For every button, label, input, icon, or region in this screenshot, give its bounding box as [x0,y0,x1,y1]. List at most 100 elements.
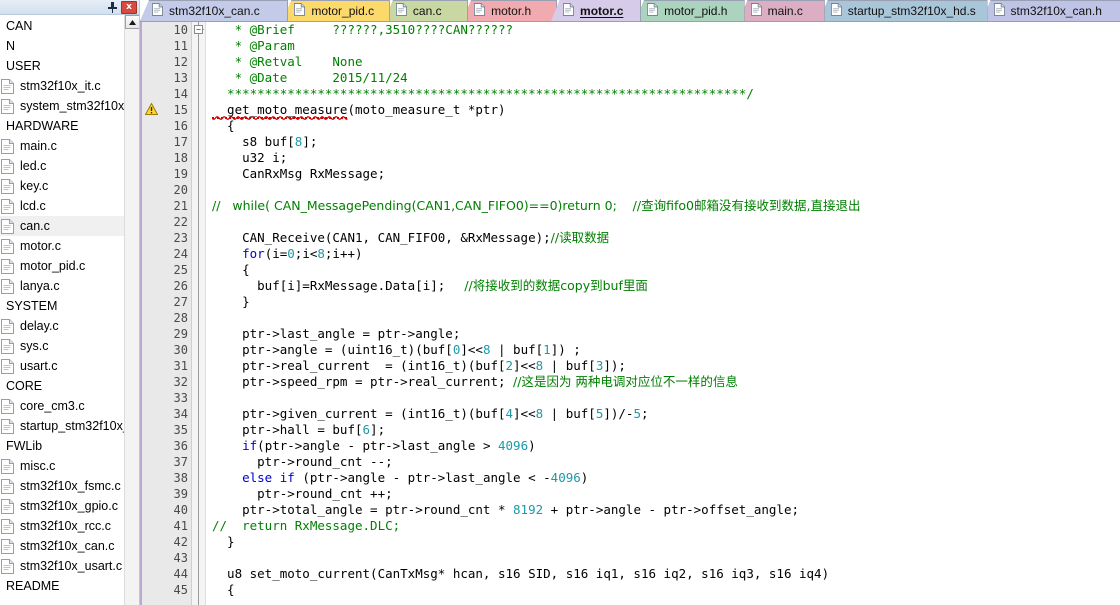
editor-tab-startup-stm32f10x-hd-s[interactable]: startup_stm32f10x_hd.s [818,0,988,21]
fold-collapse-icon[interactable]: − [194,25,203,34]
tree-file-13[interactable]: lanya.c [0,276,124,296]
close-icon[interactable]: x [121,0,137,14]
tree-file-4[interactable]: system_stm32f10x.c [0,96,124,116]
code-line[interactable]: ptr->speed_rpm = ptr->real_current; //这是… [212,374,1120,390]
tree-file-15[interactable]: delay.c [0,316,124,336]
code-line[interactable] [212,390,1120,406]
fold-column[interactable]: −−− [192,22,206,605]
code-line[interactable]: ptr->given_current = (int16_t)(buf[4]<<8… [212,406,1120,422]
tree-file-27[interactable]: stm32f10x_usart.c [0,556,124,576]
code-line[interactable]: ****************************************… [212,86,1120,102]
code-line[interactable]: get_moto_measure(moto_measure_t *ptr) [212,102,1120,119]
tree-file-11[interactable]: motor.c [0,236,124,256]
code-token-num: 2 [505,358,514,373]
tree-file-9[interactable]: lcd.c [0,196,124,216]
scroll-up-icon[interactable] [124,15,139,29]
code-line[interactable]: ptr->round_cnt ++; [212,486,1120,502]
code-text[interactable]: * @Brief ??????,3510????CAN?????? * @Par… [206,22,1120,605]
tree-file-6[interactable]: main.c [0,136,124,156]
code-line[interactable] [212,310,1120,326]
tree-file-20[interactable]: startup_stm32f10x_h [0,416,124,436]
code-line[interactable]: * @Brief ??????,3510????CAN?????? [212,22,1120,38]
tree-file-10[interactable]: can.c [0,216,124,236]
code-line[interactable]: ptr->angle = (uint16_t)(buf[0]<<8 | buf[… [212,342,1120,358]
code-line[interactable]: ptr->total_angle = ptr->round_cnt * 8192… [212,502,1120,518]
tree-group-14[interactable]: SYSTEM [0,296,124,316]
code-line[interactable]: ptr->real_current = (int16_t)(buf[2]<<8 … [212,358,1120,374]
editor-tab-stm32f10x-can-c[interactable]: stm32f10x_can.c [140,0,289,21]
tree-group-28[interactable]: README [0,576,124,596]
marker-slot [142,566,162,582]
code-line[interactable]: if(ptr->angle - ptr->last_angle > 4096) [212,438,1120,454]
code-line[interactable]: u8 set_moto_current(CanTxMsg* hcan, s16 … [212,566,1120,582]
code-line[interactable]: ptr->round_cnt --; [212,454,1120,470]
tree-file-16[interactable]: sys.c [0,336,124,356]
editor-tab-motor-c[interactable]: motor.c [551,0,642,21]
code-token-cmt: * @Retval None [212,54,363,69]
tree-file-7[interactable]: led.c [0,156,124,176]
line-number: 35 [173,423,188,437]
code-token-plain: ])/- [603,406,634,421]
tree-file-19[interactable]: core_cm3.c [0,396,124,416]
tree-group-2[interactable]: USER [0,56,124,76]
tree-group-1[interactable]: N [0,36,124,56]
code-line[interactable]: // while( CAN_MessagePending(CAN1,CAN_FI… [212,198,1120,214]
editor-tab-main-c[interactable]: main.c [738,0,825,21]
code-token-plain: } [212,534,235,549]
code-line[interactable] [212,182,1120,198]
code-line[interactable]: * @Retval None [212,54,1120,70]
editor-tab-motor-pid-c[interactable]: motor_pid.c [282,0,390,21]
code-token-plain: { [212,262,250,277]
code-token-kw: else if [242,470,295,485]
code-line[interactable]: // return RxMessage.DLC; [212,518,1120,534]
tree-file-8[interactable]: key.c [0,176,124,196]
code-line[interactable]: { [212,118,1120,134]
editor-tabbar[interactable]: stm32f10x_can.c motor_pid.c can.c motor.h mo… [140,0,1120,22]
tree-file-22[interactable]: misc.c [0,456,124,476]
tree-group-5[interactable]: HARDWARE [0,116,124,136]
code-line[interactable]: } [212,294,1120,310]
code-line[interactable]: s8 buf[8]; [212,134,1120,150]
code-line[interactable]: CanRxMsg RxMessage; [212,166,1120,182]
code-token-plain: ptr->angle = (uint16_t)(buf[ [212,342,453,357]
tree-file-26[interactable]: stm32f10x_can.c [0,536,124,556]
code-line[interactable]: ptr->last_angle = ptr->angle; [212,326,1120,342]
editor-tab-motor-pid-h[interactable]: motor_pid.h [635,0,745,21]
code-line[interactable] [212,214,1120,230]
code-line[interactable]: { [212,262,1120,278]
tree-file-12[interactable]: motor_pid.c [0,256,124,276]
file-icon [1,258,14,274]
tree-file-25[interactable]: stm32f10x_rcc.c [0,516,124,536]
editor-tab-can-c[interactable]: can.c [383,0,469,21]
tree-file-17[interactable]: usart.c [0,356,124,376]
code-line[interactable]: CAN_Receive(CAN1, CAN_FIFO0, &RxMessage)… [212,230,1120,246]
tree-group-0[interactable]: CAN [0,16,124,36]
editor-tab-stm32f10x-can-h[interactable]: stm32f10x_can.h [981,0,1120,21]
code-line[interactable]: buf[i]=RxMessage.Data[i]; //将接收到的数据copy到… [212,278,1120,294]
warning-marker[interactable] [142,102,162,118]
code-line[interactable]: ptr->hall = buf[6]; [212,422,1120,438]
code-token-num: 6 [362,422,371,437]
project-tree[interactable]: CAN N USER stm32f10x_it.c system_stm32f10x.c… [0,15,124,605]
code-token-plain: ;i< [294,246,318,261]
tree-group-18[interactable]: CORE [0,376,124,396]
code-line[interactable]: else if (ptr->angle - ptr->last_angle < … [212,470,1120,486]
tree-scrollbar[interactable] [124,15,139,605]
pin-icon[interactable] [105,1,120,14]
code-line[interactable]: { [212,582,1120,598]
code-line[interactable]: u32 i; [212,150,1120,166]
code-token-plain: ]; [302,134,318,149]
tree-group-21[interactable]: FWLib [0,436,124,456]
tree-file-23[interactable]: stm32f10x_fsmc.c [0,476,124,496]
code-line[interactable] [212,550,1120,566]
file-icon [1,278,14,294]
tree-scroll-track[interactable] [124,29,139,605]
tree-item-label: lcd.c [20,198,46,213]
editor-tab-motor-h[interactable]: motor.h [462,0,558,21]
code-line[interactable]: * @Param [212,38,1120,54]
tree-file-24[interactable]: stm32f10x_gpio.c [0,496,124,516]
code-line[interactable]: for(i=0;i<8;i++) [212,246,1120,262]
tree-file-3[interactable]: stm32f10x_it.c [0,76,124,96]
code-line[interactable]: } [212,534,1120,550]
code-line[interactable]: * @Date 2015/11/24 [212,70,1120,86]
